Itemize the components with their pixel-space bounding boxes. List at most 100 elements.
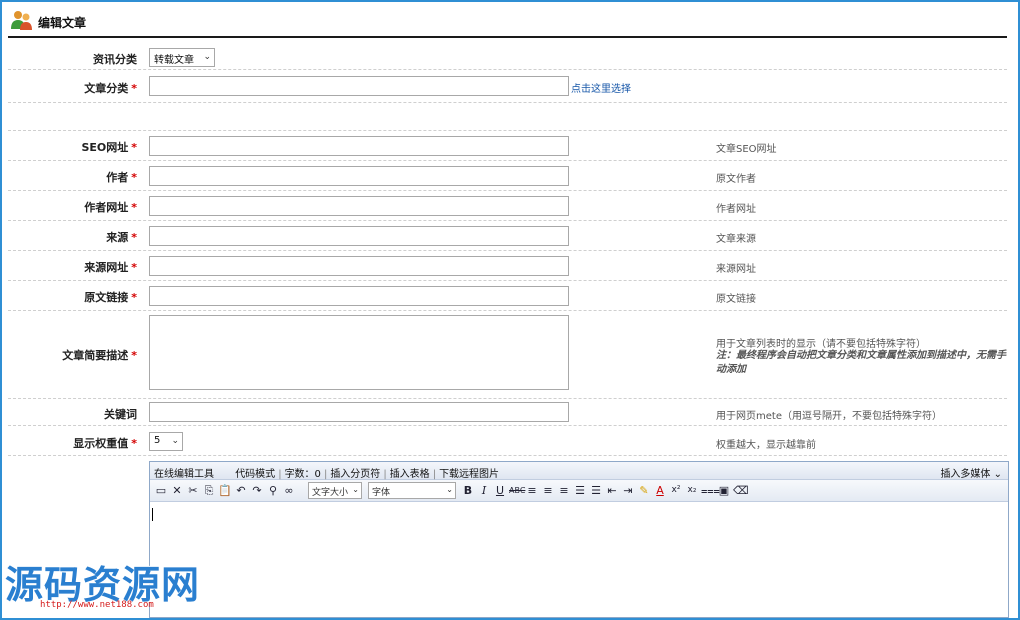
superscript-icon[interactable]: x² — [669, 483, 683, 498]
source-label: 来源 * — [106, 231, 137, 244]
chevron-down-icon: ⌄ — [352, 485, 359, 494]
editor-content-area[interactable] — [150, 503, 1008, 617]
paste-icon[interactable]: 📋 — [218, 483, 232, 498]
keywords-input[interactable] — [149, 402, 569, 422]
ordered-list-icon[interactable]: ☰ — [573, 483, 587, 498]
align-center-icon[interactable]: ≡ — [541, 483, 555, 498]
row-author: 作者 * 原文作者 — [8, 161, 1007, 191]
bold-icon[interactable]: B — [461, 483, 475, 498]
seo-url-hint: 文章SEO网址 — [716, 144, 777, 155]
editor-insert-pagebreak[interactable]: 插入分页符 — [330, 469, 380, 480]
font-family-select[interactable]: 字体 ⌄ — [368, 482, 456, 499]
fullscreen-icon[interactable]: ▭ — [154, 483, 168, 498]
indent-icon[interactable]: ⇥ — [621, 483, 635, 498]
row-seo-url: SEO网址 * 文章SEO网址 — [8, 131, 1007, 161]
subscript-icon[interactable]: x₂ — [685, 483, 699, 498]
chevron-down-icon: ⌄ — [203, 52, 211, 62]
highlight-icon[interactable]: ✎ — [637, 483, 651, 498]
required-mark: * — [131, 349, 137, 362]
required-mark: * — [131, 171, 137, 184]
watermark-url: http://www.net188.com — [40, 600, 154, 610]
author-url-label: 作者网址 * — [84, 201, 137, 214]
editor-tab-online[interactable]: 在线编辑工具 — [154, 469, 214, 480]
page-header: 编辑文章 — [8, 6, 1007, 38]
italic-icon[interactable]: I — [477, 483, 491, 498]
author-hint: 原文作者 — [716, 174, 756, 185]
author-url-hint: 作者网址 — [716, 204, 756, 215]
eraser-icon[interactable]: ⌫ — [733, 483, 749, 498]
horizontal-rule-icon[interactable]: ⩶ — [701, 483, 720, 498]
row-author-url: 作者网址 * 作者网址 — [8, 191, 1007, 221]
required-mark: * — [131, 231, 137, 244]
undo-icon[interactable]: ↶ — [234, 483, 248, 498]
choose-category-link[interactable]: 点击这里选择 — [571, 80, 631, 95]
unordered-list-icon[interactable]: ☰ — [589, 483, 603, 498]
row-article-category: 文章分类 * 点击这里选择 — [8, 70, 1007, 103]
editor-word-count: 字数：0 — [284, 469, 321, 480]
keywords-label: 关键词 — [104, 408, 137, 421]
seo-url-input[interactable] — [149, 136, 569, 156]
required-mark: * — [131, 437, 137, 450]
author-url-input[interactable] — [149, 196, 569, 216]
source-url-hint: 来源网址 — [716, 264, 756, 275]
font-color-icon[interactable]: A — [653, 483, 667, 498]
find-replace-icon[interactable]: ⚲ — [266, 483, 280, 498]
row-original-link: 原文链接 * 原文链接 — [8, 281, 1007, 311]
weight-select[interactable]: 5 ⌄ — [149, 432, 183, 451]
author-input[interactable] — [149, 166, 569, 186]
summary-textarea[interactable] — [149, 315, 569, 390]
required-mark: * — [131, 291, 137, 304]
font-family-value: 字体 — [372, 488, 391, 498]
summary-note: 注：最终程序会自动把文章分类和文章属性添加到描述中，无需手动添加 — [716, 350, 1006, 375]
article-category-label: 文章分类 * — [84, 82, 137, 95]
source-url-label: 来源网址 * — [84, 261, 137, 274]
row-source-url: 来源网址 * 来源网址 — [8, 251, 1007, 281]
original-link-hint: 原文链接 — [716, 294, 756, 305]
row-source: 来源 * 文章来源 — [8, 221, 1007, 251]
insert-media-button[interactable]: 插入多媒体 ⌄ — [940, 465, 1002, 480]
editor-download-images[interactable]: 下载远程图片 — [439, 469, 499, 480]
close-icon[interactable]: ✕ — [170, 483, 184, 498]
underline-icon[interactable]: U — [493, 483, 507, 498]
editor-insert-table[interactable]: 插入表格 — [390, 469, 430, 480]
row-weight: 显示权重值 * 5 ⌄ 权重越大，显示越靠前 — [8, 426, 1007, 456]
copy-icon[interactable]: ⎘ — [202, 483, 216, 498]
cut-icon[interactable]: ✂ — [186, 483, 200, 498]
original-link-label: 原文链接 * — [84, 291, 137, 304]
info-category-label: 资讯分类 — [93, 53, 137, 66]
row-summary: 文章简要描述 * 用于文章列表时的显示（请不要包括特殊字符） 注：最终程序会自动把… — [8, 311, 1007, 399]
align-left-icon[interactable]: ≡ — [525, 483, 539, 498]
info-category-select[interactable]: 转载文章 ⌄ — [149, 48, 215, 67]
chevron-down-icon: ⌄ — [990, 469, 1002, 480]
text-caret — [152, 508, 153, 521]
summary-hint: 用于文章列表时的显示（请不要包括特殊字符） — [716, 339, 926, 350]
source-input[interactable] — [149, 226, 569, 246]
info-category-value: 转载文章 — [154, 55, 194, 66]
page-title: 编辑文章 — [38, 16, 87, 30]
outdent-icon[interactable]: ⇤ — [605, 483, 619, 498]
source-hint: 文章来源 — [716, 234, 756, 245]
original-link-input[interactable] — [149, 286, 569, 306]
weight-hint: 权重越大，显示越靠前 — [716, 440, 816, 451]
align-right-icon[interactable]: ≡ — [557, 483, 571, 498]
article-category-input[interactable] — [149, 76, 569, 96]
source-url-input[interactable] — [149, 256, 569, 276]
required-mark: * — [131, 201, 137, 214]
seo-url-label: SEO网址 * — [81, 141, 137, 154]
rich-text-editor: 在线编辑工具 代码模式 | 字数：0 | 插入分页符 | 插入表格 | 下载远程图片 插入多媒体… — [149, 461, 1009, 618]
weight-label: 显示权重值 * — [73, 437, 137, 450]
font-size-select[interactable]: 文字大小 ⌄ — [308, 482, 362, 499]
row-spacer — [8, 103, 1007, 131]
redo-icon[interactable]: ↷ — [250, 483, 264, 498]
editor-tab-code[interactable]: 代码模式 — [235, 469, 275, 480]
editor-toolbar: ▭ ✕ ✂ ⎘ 📋 ↶ ↷ ⚲ ∞ 文字大小 ⌄ 字体 ⌄ B I U ABC … — [150, 480, 1008, 502]
author-label: 作者 * — [106, 171, 137, 184]
summary-label: 文章简要描述 * — [62, 349, 137, 362]
required-mark: * — [131, 141, 137, 154]
special-char-icon[interactable]: ▣ — [717, 483, 731, 498]
row-keywords: 关键词 用于网页mete（用逗号隔开，不要包括特殊字符） — [8, 399, 1007, 426]
link-icon[interactable]: ∞ — [282, 483, 296, 498]
users-icon — [11, 11, 32, 30]
strikethrough-icon[interactable]: ABC — [509, 483, 525, 498]
chevron-down-icon: ⌄ — [171, 436, 179, 446]
